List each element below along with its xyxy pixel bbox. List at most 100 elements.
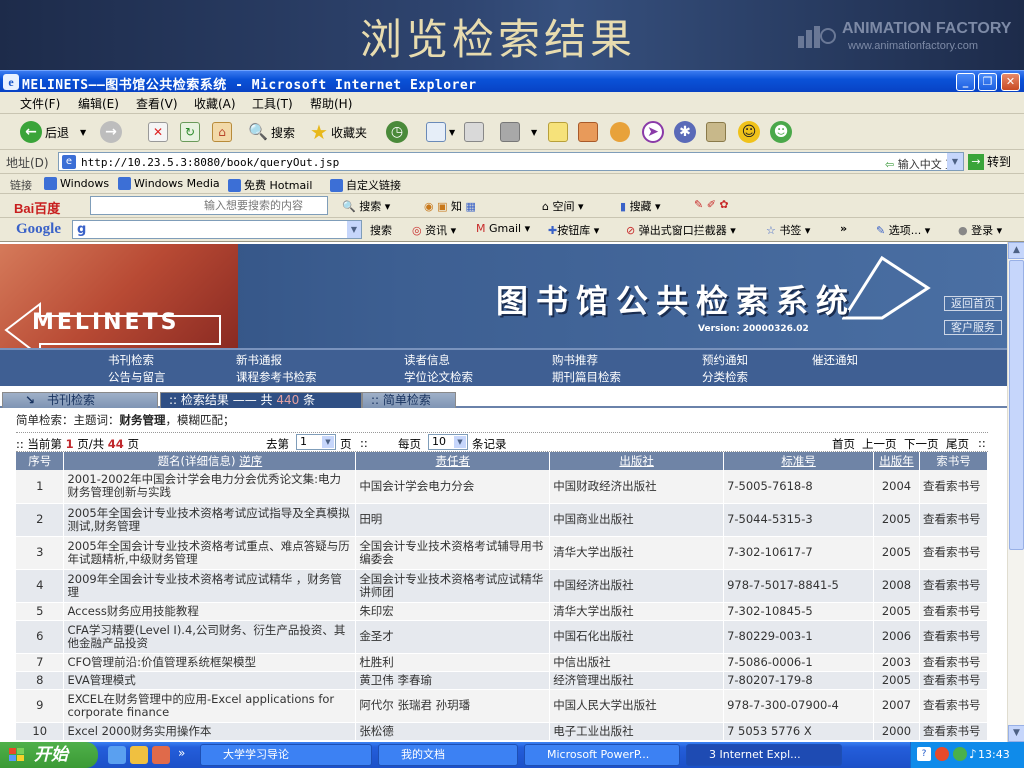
- book-title-link[interactable]: 2005年全国会计专业技术资格考试应试指导及全真模拟测试,财务管理: [63, 503, 357, 537]
- reverse-sort-link[interactable]: 逆序: [239, 454, 262, 468]
- messenger-button[interactable]: [578, 120, 598, 144]
- link-windows[interactable]: Windows: [44, 177, 109, 190]
- baidu-extra-tools[interactable]: ✎ ✐ ✿: [694, 198, 729, 211]
- quicklaunch-ie-icon[interactable]: [108, 746, 126, 764]
- book-title-link[interactable]: Excel 2000财务实用操作本: [63, 722, 357, 741]
- task-my-documents[interactable]: 我的文档: [378, 744, 518, 766]
- edit-button[interactable]: ▼: [500, 120, 537, 144]
- google-search-button[interactable]: 搜索: [370, 222, 392, 238]
- tab-book-search[interactable]: ↘ 书刊检索: [2, 392, 158, 408]
- google-news-button[interactable]: ◎ 资讯 ▾: [412, 222, 456, 238]
- nav-book-search[interactable]: 书刊检索: [108, 352, 154, 368]
- menu-file[interactable]: 文件(F): [20, 95, 60, 112]
- antivirus-icon[interactable]: [935, 747, 949, 761]
- refresh-button[interactable]: ↻: [180, 120, 200, 144]
- mail-dropdown-icon[interactable]: ▼: [449, 128, 455, 137]
- book-title-link[interactable]: EVA管理模式: [63, 671, 357, 690]
- last-page-link[interactable]: 尾页: [946, 436, 969, 452]
- home-link[interactable]: 返回首页: [944, 296, 1002, 311]
- quicklaunch-desktop-icon[interactable]: [130, 746, 148, 764]
- home-button[interactable]: ⌂: [212, 120, 232, 144]
- nav-category-search[interactable]: 分类检索: [702, 369, 748, 385]
- google-options-button[interactable]: ✎ 选项... ▾: [876, 222, 930, 238]
- baidu-icon-buttons[interactable]: ◉ ▣ 知 ▦: [424, 198, 476, 214]
- discuss-button[interactable]: [548, 120, 568, 144]
- baidu-favorites-button[interactable]: ▮ 搜藏 ▾: [620, 198, 661, 214]
- task-powerpoint[interactable]: Microsoft PowerP...: [524, 744, 680, 766]
- baidu-search-input[interactable]: 输入想要搜索的内容: [90, 196, 328, 215]
- maximize-button[interactable]: ❐: [978, 73, 997, 91]
- nav-thesis-search[interactable]: 学位论文检索: [404, 369, 473, 385]
- call-number-link[interactable]: 查看索书号: [919, 602, 989, 621]
- scroll-up-button[interactable]: ▲: [1008, 242, 1024, 259]
- book-title-link[interactable]: Access财务应用技能教程: [63, 602, 357, 621]
- tab-simple-search[interactable]: :: 简单检索: [362, 392, 456, 408]
- scroll-thumb[interactable]: [1009, 260, 1024, 550]
- book-title-link[interactable]: 2009年全国会计专业技术资格考试应试精华 ，财务管理: [63, 569, 357, 603]
- go-button[interactable]: → 转到: [968, 153, 1011, 170]
- back-button[interactable]: ← 后退 ▼: [20, 120, 86, 144]
- customer-service-link[interactable]: 客户服务: [944, 320, 1002, 335]
- menu-tools[interactable]: 工具(T): [252, 95, 293, 112]
- scroll-down-button[interactable]: ▼: [1008, 725, 1024, 742]
- nav-reservation[interactable]: 预约通知: [702, 352, 748, 368]
- per-page-select[interactable]: 10: [428, 434, 468, 450]
- prev-page-link[interactable]: 上一页: [862, 436, 897, 452]
- google-signin-button[interactable]: ● 登录 ▾: [958, 222, 1002, 238]
- call-number-link[interactable]: 查看索书号: [919, 470, 989, 504]
- forward-button[interactable]: →: [100, 120, 122, 144]
- book-title-link[interactable]: 2001-2002年中国会计学会电力分会优秀论文集:电力财务管理创新与实践: [63, 470, 357, 504]
- col-header-isbn[interactable]: 标准号: [723, 452, 874, 470]
- start-button[interactable]: 开始: [0, 742, 98, 768]
- vertical-scrollbar[interactable]: ▲ ▼: [1007, 242, 1024, 742]
- favorites-button[interactable]: ★ 收藏夹: [310, 120, 367, 144]
- baidu-search-button[interactable]: 🔍 搜索 ▾: [342, 198, 390, 214]
- first-page-link[interactable]: 首页: [832, 436, 855, 452]
- settings-button[interactable]: ✱: [674, 120, 696, 144]
- window-titlebar[interactable]: e MELINETS——图书馆公共检索系统 - Microsoft Intern…: [0, 70, 1024, 93]
- col-header-publisher[interactable]: 出版社: [549, 452, 725, 470]
- book-title-link[interactable]: EXCEL在财务管理中的应用-Excel applications for co…: [63, 689, 357, 723]
- input-method-icon[interactable]: ?: [917, 747, 931, 761]
- call-number-link[interactable]: 查看索书号: [919, 536, 989, 570]
- stop-button[interactable]: ✕: [148, 120, 168, 144]
- call-number-link[interactable]: 查看索书号: [919, 671, 989, 690]
- google-more-button[interactable]: »: [840, 222, 847, 235]
- goto-page-select[interactable]: 1: [296, 434, 336, 450]
- baidu-space-button[interactable]: ⌂ 空间 ▾: [542, 198, 584, 214]
- google-gmail-button[interactable]: M Gmail ▾: [476, 222, 530, 235]
- nav-purchase-recommend[interactable]: 购书推荐: [552, 352, 598, 368]
- menu-edit[interactable]: 编辑(E): [78, 95, 119, 112]
- nav-reader-info[interactable]: 读者信息: [404, 352, 450, 368]
- tools-button[interactable]: [706, 120, 726, 144]
- nav-announcements[interactable]: 公告与留言: [108, 369, 166, 385]
- nav-journal-search[interactable]: 期刊篇目检索: [552, 369, 621, 385]
- google-search-input[interactable]: g ▼: [72, 220, 362, 239]
- close-button[interactable]: ✕: [1001, 73, 1020, 91]
- back-dropdown-icon[interactable]: ▼: [80, 128, 86, 137]
- task-internet-explorer[interactable]: 3 Internet Expl...: [686, 744, 842, 766]
- address-dropdown-icon[interactable]: ▼: [947, 153, 963, 170]
- book-title-link[interactable]: 2005年全国会计专业技术资格考试重点、难点答疑与历年试题精析,中级财务管理: [63, 536, 357, 570]
- next-page-link[interactable]: 下一页: [904, 436, 939, 452]
- address-input[interactable]: e http://10.23.5.3:8080/book/queryOut.js…: [58, 152, 964, 187]
- col-header-title[interactable]: 题名(详细信息) 逆序: [63, 452, 357, 470]
- qq-button[interactable]: ☺: [738, 120, 760, 144]
- col-header-author[interactable]: 责任者: [355, 452, 551, 470]
- book-title-link[interactable]: CFO管理前沿:价值管理系统框架模型: [63, 653, 357, 672]
- quicklaunch-media-icon[interactable]: [152, 746, 170, 764]
- nav-new-books[interactable]: 新书通报: [236, 352, 282, 368]
- call-number-link[interactable]: 查看索书号: [919, 689, 989, 723]
- msn-button[interactable]: ☻: [770, 120, 792, 144]
- call-number-link[interactable]: 查看索书号: [919, 653, 989, 672]
- search-button[interactable]: 🔍 搜索: [248, 120, 295, 144]
- call-number-link[interactable]: 查看索书号: [919, 620, 989, 654]
- link-windows-media[interactable]: Windows Media: [118, 177, 220, 190]
- google-popup-blocker-button[interactable]: ⊘ 弹出式窗口拦截器 ▾: [626, 222, 736, 238]
- print-button[interactable]: [464, 120, 484, 144]
- compass-button[interactable]: ➤: [642, 120, 664, 144]
- task-university-intro[interactable]: 大学学习导论: [200, 744, 372, 766]
- volume-icon[interactable]: ♪: [969, 747, 977, 761]
- nav-overdue-notice[interactable]: 催还通知: [812, 352, 858, 368]
- google-dropdown-icon[interactable]: ▼: [347, 221, 361, 238]
